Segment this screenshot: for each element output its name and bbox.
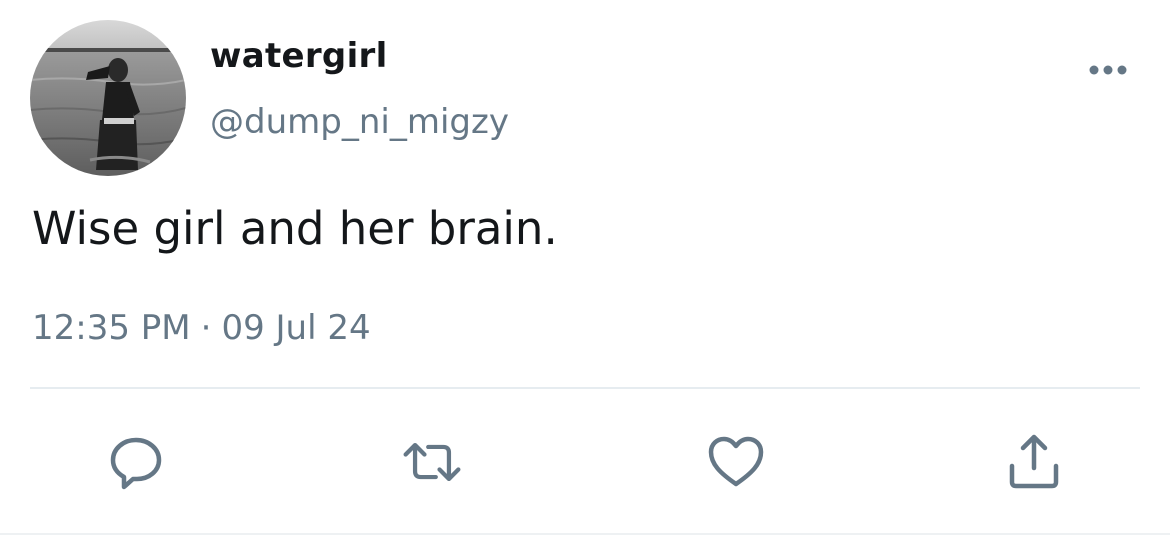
share-icon	[1009, 434, 1059, 489]
more-options-button[interactable]	[1080, 52, 1136, 88]
tweet-text: Wise girl and her brain.	[32, 202, 558, 255]
bottom-divider	[0, 533, 1170, 535]
like-button[interactable]	[704, 430, 768, 494]
avatar[interactable]	[30, 20, 186, 176]
share-button[interactable]	[1002, 430, 1066, 494]
tweet-date: 09 Jul 24	[221, 308, 371, 348]
reply-button[interactable]	[104, 430, 168, 494]
display-name[interactable]: watergirl	[210, 36, 388, 76]
tweet-card: watergirl @dump_ni_migzy Wise girl and h…	[0, 0, 1170, 541]
profile-photo	[30, 20, 186, 176]
retweet-icon	[403, 442, 461, 482]
divider	[30, 387, 1140, 389]
retweet-button[interactable]	[400, 430, 464, 494]
heart-icon	[708, 436, 764, 487]
tweet-timestamp[interactable]: 12:35 PM · 09 Jul 24	[32, 308, 371, 348]
tweet-time: 12:35 PM	[32, 308, 191, 348]
reply-icon	[110, 437, 162, 490]
more-horizontal-icon	[1089, 65, 1127, 75]
user-handle[interactable]: @dump_ni_migzy	[210, 102, 509, 142]
meta-separator: ·	[200, 308, 212, 348]
